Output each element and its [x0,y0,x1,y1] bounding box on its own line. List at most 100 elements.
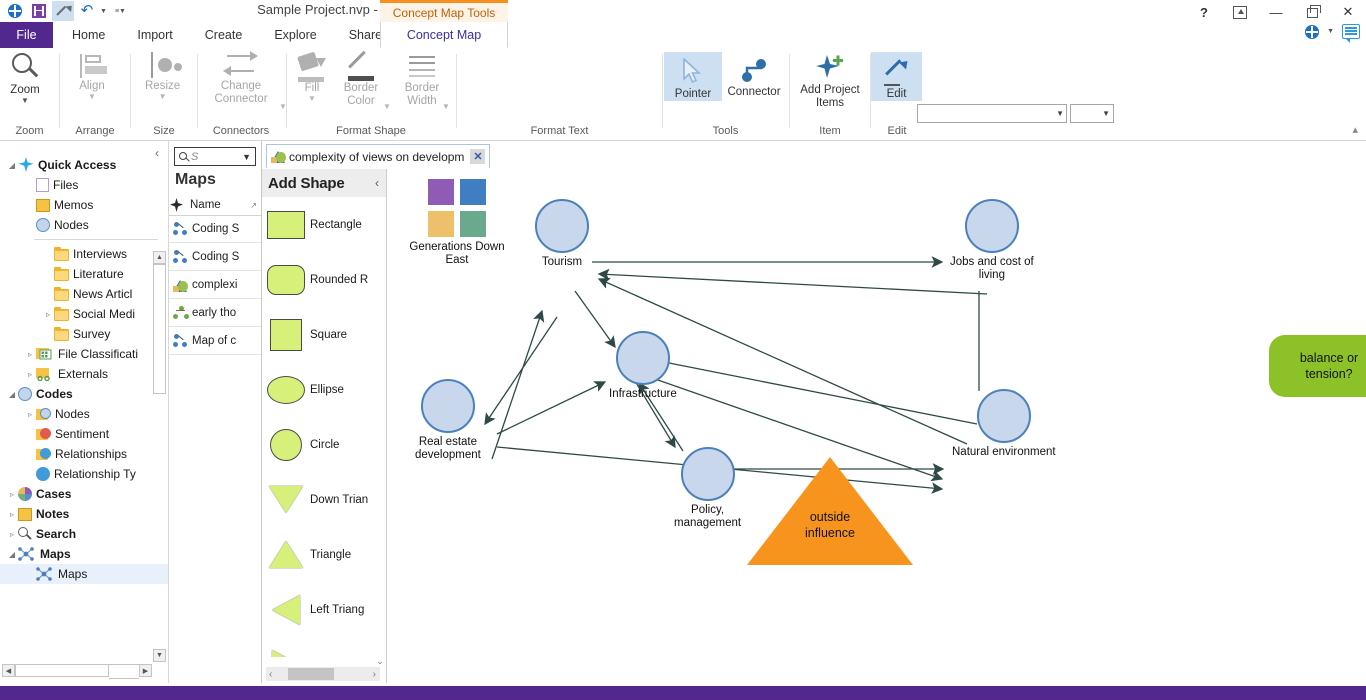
list-column-header[interactable]: Name ↗ [169,195,261,216]
shape-item-circle[interactable]: Circle [262,417,374,472]
shape-item-rounded-rectangle[interactable]: Rounded R [262,252,374,307]
account-caret-icon[interactable]: ▼ [1327,28,1334,35]
list-item[interactable]: complexi [169,271,261,299]
align-dropdown-caret[interactable]: ▼ [88,93,96,101]
sidebar-item-nodes[interactable]: Nodes [0,215,168,235]
resize-dropdown-caret[interactable]: ▼ [159,93,167,101]
scroll-down-arrow[interactable]: ⌄ [374,655,386,667]
concept-node-policy-management[interactable]: Policy, management [674,447,741,530]
tab-file[interactable]: File [0,22,53,48]
zoom-button[interactable]: Zoom ▼ [8,50,42,105]
add-project-items-button[interactable]: Add Project Items [794,52,866,110]
collapse-arrow-icon[interactable]: ▹ [42,310,54,319]
sidebar-item-literature[interactable]: Literature [0,264,168,284]
concept-node-natural-environment[interactable]: Natural environment [952,389,1056,459]
concept-node-infrastructure[interactable]: Infrastructure [609,331,677,401]
connector-button[interactable]: Connector [723,52,785,99]
scroll-track[interactable] [109,664,139,679]
minimize-button[interactable]: — [1258,0,1294,24]
help-button[interactable]: ? [1186,0,1222,24]
collapse-shape-pane-button[interactable]: ‹ [375,176,379,190]
fill-button[interactable]: Fill ▼ [296,51,328,103]
fill-dropdown-caret[interactable]: ▼ [308,95,316,103]
tab-home[interactable]: Home [56,22,121,48]
navigation-horizontal-scrollbar[interactable]: ◀ ▶ [2,664,152,679]
restore-button[interactable] [1294,0,1330,24]
tab-explore[interactable]: Explore [258,22,332,48]
list-item[interactable]: Coding S [169,243,261,271]
collapse-arrow-icon[interactable]: ▹ [24,370,36,379]
sidebar-item-interviews[interactable]: Interviews [0,244,168,264]
align-button[interactable]: Align ▼ [77,54,107,101]
close-button[interactable]: ✕ [1330,0,1366,24]
collapse-navigation-button[interactable]: ‹ [155,146,159,160]
scroll-down-arrow[interactable]: ▼ [153,649,166,662]
sidebar-item-nodes[interactable]: ▹ Nodes [0,404,168,424]
navigation-vertical-scrollbar[interactable]: ▲ ▼ [153,251,166,683]
concept-node-tourism[interactable]: Tourism [535,199,589,269]
sidebar-item-externals[interactable]: ▹ Externals [0,364,168,384]
font-size-combobox[interactable]: ▼ [1070,104,1114,123]
tab-create[interactable]: Create [189,22,259,48]
border-color-button[interactable]: Border Color [333,50,389,108]
tab-import[interactable]: Import [121,22,188,48]
list-item[interactable]: early tho [169,299,261,327]
sidebar-item-codes[interactable]: ◢ Codes [0,384,168,404]
document-tab-concept-map[interactable]: complexity of views on developm ✕ [266,144,491,168]
shape-item-ellipse[interactable]: Ellipse [262,362,374,417]
resize-button[interactable]: Resize ▼ [145,52,182,101]
collapse-arrow-icon[interactable]: ▹ [24,350,36,359]
sidebar-item-relationship-ty[interactable]: Relationship Ty [0,464,168,484]
sidebar-item-search[interactable]: ▹ Search [0,524,168,544]
concept-node-jobs-and-cost-of-living[interactable]: Jobs and cost of living [950,199,1034,282]
sidebar-item-memos[interactable]: Memos [0,195,168,215]
tab-concept-map[interactable]: Concept Map [380,22,508,48]
close-tab-button[interactable]: ✕ [470,149,486,164]
chat-icon[interactable] [1342,24,1360,43]
sidebar-item-files[interactable]: Files [0,175,168,195]
scroll-thumb-horizontal[interactable] [15,664,109,677]
sidebar-item-file-classificati[interactable]: ▹ File Classificati [0,344,168,364]
search-input[interactable]: S ▼ [174,147,256,166]
shape-item-rectangle[interactable]: Rectangle [262,197,374,252]
nvivo-account-icon[interactable] [1305,24,1320,39]
sidebar-item-sentiment[interactable]: Sentiment [0,424,168,444]
concept-node-real-estate-development[interactable]: Real estate development [415,379,481,462]
zoom-dropdown-caret[interactable]: ▼ [21,97,29,105]
balance-or-tension-shape[interactable]: balance or tension? [1269,335,1366,397]
shape-pane-vertical-scrollbar[interactable]: ^ ⌄ [374,197,386,683]
outside-influence-shape[interactable]: outside influence [747,457,913,565]
scroll-left-arrow[interactable]: ◀ [2,664,15,677]
sidebar-item-social-medi[interactable]: ▹ Social Medi [0,304,168,324]
search-dropdown-caret-icon[interactable]: ▼ [242,152,251,162]
scroll-right-arrow[interactable]: ▶ [139,664,152,677]
collapse-arrow-icon[interactable]: ▹ [24,410,36,419]
concept-map-canvas[interactable]: Generations Down East Tourism Jobs and c… [387,169,1366,683]
collapse-arrow-icon[interactable]: ▹ [6,510,18,519]
change-connector-button[interactable]: Change Connector [214,51,268,106]
shape-pane-horizontal-scrollbar[interactable]: ‹ › [266,667,380,681]
edit-button[interactable]: Edit [871,52,922,101]
scroll-thumb-horizontal[interactable] [288,668,334,680]
list-item[interactable]: Map of c [169,327,261,355]
sidebar-item-news-articl[interactable]: News Articl [0,284,168,304]
border-width-button[interactable]: Border Width [394,54,450,108]
scroll-left-arrow[interactable]: ‹ [269,669,272,680]
sidebar-item-quick-access[interactable]: ◢ Quick Access [0,155,168,175]
collapse-arrow-icon[interactable]: ▹ [6,530,18,539]
sidebar-item-maps[interactable]: ◢ Maps [0,544,168,564]
sidebar-item-cases[interactable]: ▹ Cases [0,484,168,504]
list-item[interactable]: Coding S [169,215,261,243]
shape-item-triangle[interactable]: Triangle [262,527,374,582]
sidebar-item-maps[interactable]: Maps [0,564,168,584]
generations-down-east-item[interactable]: Generations Down East [397,179,517,267]
expand-arrow-icon[interactable]: ◢ [6,550,18,559]
sidebar-item-notes[interactable]: ▹ Notes [0,504,168,524]
scroll-thumb[interactable] [153,264,166,394]
border-width-dropdown-caret[interactable]: ▼ [442,102,450,111]
shape-item-right-triangle[interactable]: Right Tria [262,637,374,657]
collapse-ribbon-button[interactable]: ▴ [1352,123,1358,136]
sidebar-item-relationships[interactable]: Relationships [0,444,168,464]
shape-item-square[interactable]: Square [262,307,374,362]
scroll-thumb[interactable] [374,197,386,577]
